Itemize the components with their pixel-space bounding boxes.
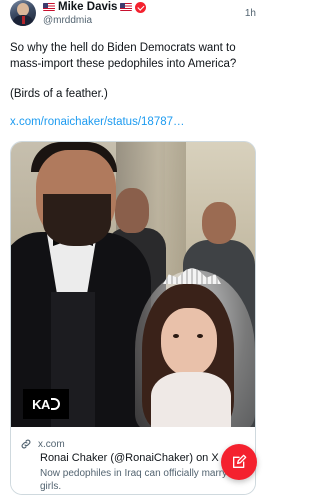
girl-eye — [173, 334, 179, 338]
background-person-head — [115, 188, 149, 233]
avatar-tie — [22, 16, 25, 24]
post-link[interactable]: x.com/ronaichaker/status/18787… — [10, 116, 185, 128]
link-icon — [21, 439, 31, 449]
watermark-text: KA — [32, 396, 50, 412]
link-card-domain-row: x.com — [20, 438, 65, 450]
post: Mike Davis @mrddmia 1h So why the hell d… — [0, 0, 267, 500]
link-card-domain: x.com — [38, 438, 65, 450]
post-timestamp[interactable]: 1h — [245, 8, 256, 19]
girl-dress — [151, 372, 231, 427]
compose-icon — [233, 454, 247, 468]
post-text-secondary: (Birds of a feather.) — [10, 88, 108, 100]
author-handle[interactable]: @mrddmia — [43, 15, 92, 26]
girl-face — [161, 308, 217, 376]
avatar[interactable] — [10, 0, 36, 26]
post-text: So why the hell do Biden Democrats want … — [10, 42, 237, 70]
verified-badge-icon — [135, 1, 147, 13]
link-card[interactable]: KA x.com Ronai Chaker (@RonaiChaker) on … — [10, 141, 256, 495]
compose-button[interactable] — [221, 444, 257, 480]
watermark-mark-icon — [50, 398, 60, 410]
watermark-logo: KA — [23, 389, 69, 419]
author-name[interactable]: Mike Davis — [58, 1, 117, 13]
author-row[interactable]: Mike Davis — [43, 0, 147, 14]
us-flag-icon — [120, 3, 133, 11]
background-person-head — [202, 202, 236, 244]
link-card-image[interactable]: KA — [11, 142, 255, 427]
us-flag-icon — [43, 3, 55, 11]
link-card-meta[interactable]: x.com Ronai Chaker (@RonaiChaker) on X N… — [11, 428, 255, 494]
girl-eye — [197, 334, 203, 338]
groom-beard — [43, 194, 111, 246]
